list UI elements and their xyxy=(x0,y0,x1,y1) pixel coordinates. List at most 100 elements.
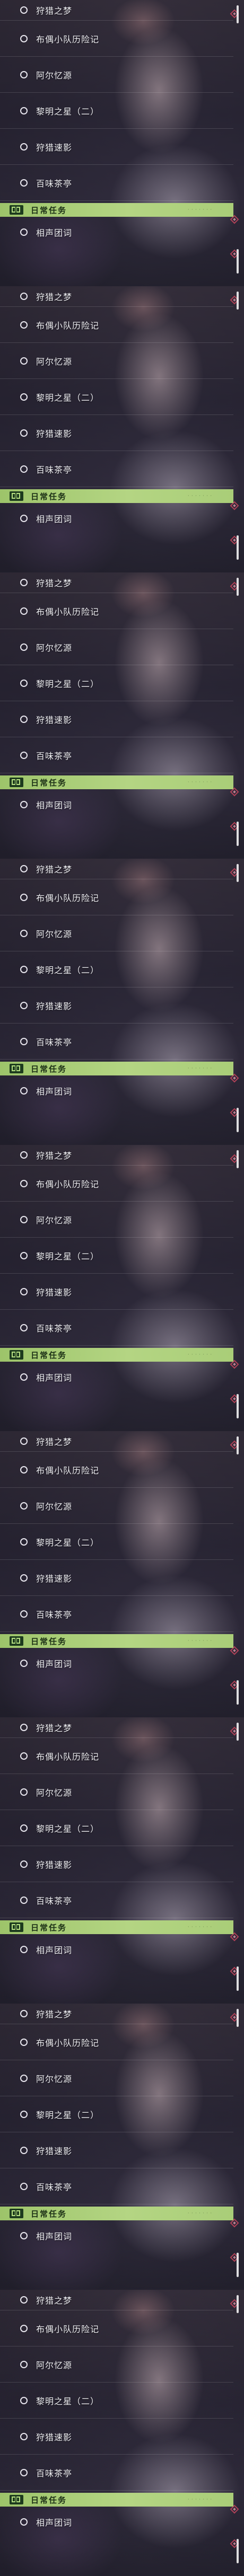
quest-item[interactable]: 阿尔忆源 xyxy=(0,2060,233,2096)
quest-item[interactable]: 狩猎之梦 xyxy=(0,1431,233,1452)
scrollbar-thumb[interactable] xyxy=(237,249,239,274)
scrollbar-thumb[interactable] xyxy=(237,2009,239,2027)
scrollbar-thumb[interactable] xyxy=(237,292,239,310)
daily-quest-item[interactable]: 相声团词 xyxy=(0,503,233,534)
circle-outline-icon xyxy=(20,579,28,586)
quest-item[interactable]: 狩猎速影 xyxy=(0,701,233,737)
scrollbar-thumb[interactable] xyxy=(237,1723,239,1741)
daily-quest-header[interactable]: 日常任务 · · · · · · · xyxy=(0,1920,233,1934)
quest-item[interactable]: 阿尔忆源 xyxy=(0,915,233,951)
quest-item[interactable]: 阿尔忆源 xyxy=(0,343,233,379)
quest-item[interactable]: 百味茶亭 xyxy=(0,2455,233,2491)
scrollbar-thumb[interactable] xyxy=(237,5,239,23)
quest-item[interactable]: 狩猎之梦 xyxy=(0,1717,233,1738)
quest-item[interactable]: 布偶小队历险记 xyxy=(0,307,233,343)
quest-item[interactable]: 百味茶亭 xyxy=(0,1024,233,1060)
quest-item[interactable]: 狩猎速影 xyxy=(0,987,233,1024)
quest-item[interactable]: 百味茶亭 xyxy=(0,1596,233,1632)
quest-item[interactable]: 狩猎之梦 xyxy=(0,859,233,879)
quest-item[interactable]: 狩猎速影 xyxy=(0,1560,233,1596)
book-icon xyxy=(10,1922,23,1932)
quest-item[interactable]: 布偶小队历险记 xyxy=(0,2024,233,2060)
quest-item[interactable]: 狩猎速影 xyxy=(0,129,233,165)
quest-item[interactable]: 阿尔忆源 xyxy=(0,629,233,665)
daily-quest-item[interactable]: 相声团词 xyxy=(0,789,233,820)
quest-item[interactable]: 布偶小队历险记 xyxy=(0,1738,233,1774)
quest-item[interactable]: 布偶小队历险记 xyxy=(0,21,233,57)
quest-item[interactable]: 黎明之星（二） xyxy=(0,665,233,701)
daily-quest-item[interactable]: 相声团词 xyxy=(0,2220,233,2251)
quest-panel: 狩猎之梦 布偶小队历险记 阿尔忆源 黎明之星（二） 狩猎速影 百味茶亭 日常任务… xyxy=(0,1431,244,1717)
quest-item[interactable]: 狩猎速影 xyxy=(0,2419,233,2455)
scrollbar-thumb[interactable] xyxy=(237,1680,239,1705)
quest-item[interactable]: 狩猎速影 xyxy=(0,1274,233,1310)
quest-item[interactable]: 布偶小队历险记 xyxy=(0,2310,233,2346)
quest-item[interactable]: 百味茶亭 xyxy=(0,2168,233,2204)
daily-quest-header[interactable]: 日常任务 · · · · · · · xyxy=(0,2207,233,2220)
quest-item[interactable]: 布偶小队历险记 xyxy=(0,1166,233,1202)
daily-quest-item[interactable]: 相声团词 xyxy=(0,1362,233,1392)
scrollbar-thumb[interactable] xyxy=(237,535,239,560)
scrollbar-thumb[interactable] xyxy=(237,2295,239,2313)
scrollbar-thumb[interactable] xyxy=(237,1966,239,1991)
quest-item[interactable]: 黎明之星（二） xyxy=(0,1524,233,1560)
circle-outline-icon xyxy=(20,965,28,973)
quest-item[interactable]: 狩猎之梦 xyxy=(0,2004,233,2024)
quest-item[interactable]: 狩猎之梦 xyxy=(0,1145,233,1166)
scrollbar-thumb[interactable] xyxy=(237,822,239,846)
daily-quest-header[interactable]: 日常任务 · · · · · · · xyxy=(0,1062,233,1075)
daily-quest-item[interactable]: 相声团词 xyxy=(0,1075,233,1106)
daily-quest-item[interactable]: 相声团词 xyxy=(0,2507,233,2537)
quest-item[interactable]: 阿尔忆源 xyxy=(0,1488,233,1524)
daily-quest-item[interactable]: 相声团词 xyxy=(0,1648,233,1679)
scrollbar-thumb[interactable] xyxy=(237,1150,239,1168)
quest-item[interactable]: 黎明之星（二） xyxy=(0,951,233,987)
daily-quest-header[interactable]: 日常任务 · · · · · · · xyxy=(0,1634,233,1648)
quest-item[interactable]: 狩猎速影 xyxy=(0,415,233,451)
quest-item[interactable]: 百味茶亭 xyxy=(0,1882,233,1918)
quest-label: 狩猎之梦 xyxy=(36,1437,73,1447)
quest-item[interactable]: 阿尔忆源 xyxy=(0,2346,233,2383)
quest-item[interactable]: 百味茶亭 xyxy=(0,1310,233,1346)
daily-quest-header[interactable]: 日常任务 · · · · · · · xyxy=(0,1348,233,1362)
quest-item[interactable]: 黎明之星（二） xyxy=(0,379,233,415)
circle-outline-icon xyxy=(20,465,28,473)
scrollbar-thumb[interactable] xyxy=(237,2253,239,2277)
scrollbar-thumb[interactable] xyxy=(237,864,239,882)
scrollbar-thumb[interactable] xyxy=(237,1108,239,1132)
quest-item[interactable]: 百味茶亭 xyxy=(0,737,233,773)
daily-quest-title: 日常任务 xyxy=(31,778,67,788)
quest-item[interactable]: 黎明之星（二） xyxy=(0,2096,233,2132)
quest-item[interactable]: 黎明之星（二） xyxy=(0,93,233,129)
quest-item[interactable]: 狩猎之梦 xyxy=(0,2290,233,2310)
scrollbar-thumb[interactable] xyxy=(237,1436,239,1454)
quest-item[interactable]: 狩猎之梦 xyxy=(0,0,233,21)
quest-item[interactable]: 百味茶亭 xyxy=(0,165,233,201)
scrollbar-thumb[interactable] xyxy=(237,1394,239,1418)
quest-label: 狩猎之梦 xyxy=(36,1723,73,1733)
quest-item[interactable]: 狩猎速影 xyxy=(0,1846,233,1882)
scrollbar-thumb[interactable] xyxy=(237,578,239,596)
quest-item[interactable]: 阿尔忆源 xyxy=(0,1202,233,1238)
daily-quest-header[interactable]: 日常任务 · · · · · · · xyxy=(0,775,233,789)
daily-progress-dots: · · · · · · · xyxy=(187,1352,212,1357)
quest-item[interactable]: 黎明之星（二） xyxy=(0,1810,233,1846)
daily-quest-header[interactable]: 日常任务 · · · · · · · xyxy=(0,489,233,503)
circle-outline-icon xyxy=(20,1660,28,1667)
scrollbar-thumb[interactable] xyxy=(237,2539,239,2563)
daily-quest-item[interactable]: 相声团词 xyxy=(0,1934,233,1965)
quest-item[interactable]: 黎明之星（二） xyxy=(0,1238,233,1274)
quest-item[interactable]: 布偶小队历险记 xyxy=(0,593,233,629)
quest-item[interactable]: 阿尔忆源 xyxy=(0,1774,233,1810)
daily-quest-header[interactable]: 日常任务 · · · · · · · xyxy=(0,203,233,217)
quest-item[interactable]: 布偶小队历险记 xyxy=(0,1452,233,1488)
quest-item[interactable]: 狩猎之梦 xyxy=(0,286,233,307)
quest-item[interactable]: 黎明之星（二） xyxy=(0,2383,233,2419)
quest-item[interactable]: 布偶小队历险记 xyxy=(0,879,233,915)
quest-item[interactable]: 阿尔忆源 xyxy=(0,57,233,93)
quest-item[interactable]: 狩猎之梦 xyxy=(0,572,233,593)
daily-quest-header[interactable]: 日常任务 · · · · · · · xyxy=(0,2493,233,2507)
daily-quest-item[interactable]: 相声团词 xyxy=(0,217,233,248)
quest-item[interactable]: 狩猎速影 xyxy=(0,2132,233,2168)
quest-item[interactable]: 百味茶亭 xyxy=(0,451,233,487)
